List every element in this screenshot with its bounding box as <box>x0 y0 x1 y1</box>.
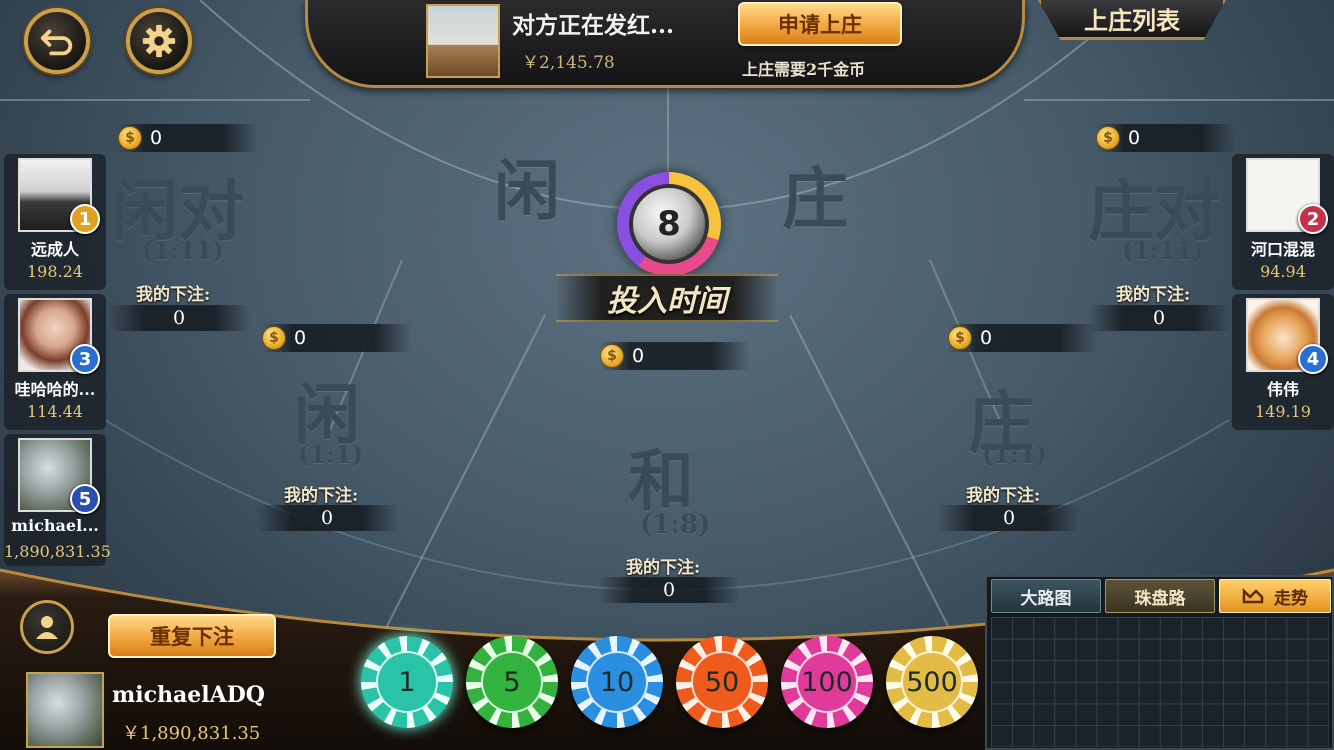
chip-1[interactable]: 1 <box>361 636 453 728</box>
pool-banker-pair: $0 <box>1096 124 1236 152</box>
player-money: 149.19 <box>1255 402 1311 421</box>
coin-icon: $ <box>1096 126 1120 150</box>
roadmap-grid <box>991 617 1329 747</box>
chip-value: 1 <box>376 651 438 713</box>
game-table: 对方正在发红... ￥2,145.78 申请上庄 上庄需要2千金币 上庄列表 闲… <box>0 0 1334 750</box>
rank-badge: 3 <box>70 344 100 374</box>
chip-500[interactable]: 500 <box>886 636 978 728</box>
pool-player-pair: $0 <box>118 124 258 152</box>
tab-bead-road[interactable]: 珠盘路 <box>1105 579 1215 613</box>
banker-avatar[interactable] <box>426 4 500 78</box>
banker-money: ￥2,145.78 <box>522 53 615 73</box>
trend-chart-icon <box>1242 588 1264 604</box>
back-arrow-icon <box>40 29 73 56</box>
apply-banker-note: 上庄需要2千金币 <box>742 60 866 79</box>
player-money: 94.94 <box>1260 262 1306 281</box>
chip-value: 5 <box>481 651 543 713</box>
chip-value: 500 <box>901 651 963 713</box>
my-bet-player-pair: 0 <box>108 305 250 331</box>
my-bet-label-banker-pair: 我的下注: <box>1116 285 1191 305</box>
coin-icon: $ <box>262 326 286 350</box>
player-name: michael... <box>11 516 99 535</box>
my-bet-label-player: 我的下注: <box>284 486 359 506</box>
banker-name: 对方正在发红... <box>512 12 675 39</box>
zone-tie-odds: (1:8) <box>640 510 711 540</box>
rank-badge: 1 <box>70 204 100 234</box>
back-button[interactable] <box>24 8 90 74</box>
phase-banner: 投入时间 <box>556 274 778 322</box>
coin-icon: $ <box>948 326 972 350</box>
my-name: michaelADQ <box>112 682 265 708</box>
apply-banker-button[interactable]: 申请上庄 <box>738 2 902 46</box>
player-money: 114.44 <box>27 402 83 421</box>
coin-icon: $ <box>118 126 142 150</box>
my-bet-tie: 0 <box>598 577 740 603</box>
chip-value: 50 <box>691 651 753 713</box>
chip-50[interactable]: 50 <box>676 636 768 728</box>
zone-banker-pair-odds: (1:11) <box>1122 236 1204 265</box>
my-bet-label-tie: 我的下注: <box>626 558 701 578</box>
pool-banker: $0 <box>948 324 1098 352</box>
zone-player-pair-odds: (1:11) <box>142 236 224 265</box>
player-money: 1,890,831.35 <box>4 542 111 561</box>
timer-seconds: 8 <box>657 204 681 244</box>
zone-top-left-label: 闲 <box>494 152 560 230</box>
seat-left-2[interactable]: 3 哇哈哈的... 114.44 <box>4 294 106 430</box>
player-name: 远成人 <box>30 240 79 259</box>
user-icon <box>36 616 58 639</box>
zone-player-odds: (1:1) <box>298 440 363 469</box>
rank-badge: 4 <box>1298 344 1328 374</box>
seat-right-2[interactable]: 4 伟伟 149.19 <box>1232 294 1334 430</box>
my-money: ￥1,890,831.35 <box>122 723 261 744</box>
rank-badge: 2 <box>1298 204 1328 234</box>
pool-player: $0 <box>262 324 412 352</box>
my-bet-label-player-pair: 我的下注: <box>136 285 211 305</box>
timer-face: 8 <box>629 184 709 264</box>
tab-trend[interactable]: 走势 <box>1219 579 1331 613</box>
seat-left-3[interactable]: 5 michael... 1,890,831.35 <box>4 434 111 566</box>
my-bet-player: 0 <box>256 505 398 531</box>
player-name: 伟伟 <box>1266 380 1299 399</box>
roadmap-panel: 大路图 珠盘路 走势 <box>985 575 1334 750</box>
zone-banker-odds: (1:1) <box>982 440 1047 469</box>
player-name: 河口混混 <box>1250 240 1315 259</box>
player-name: 哇哈哈的... <box>14 380 96 399</box>
pool-tie: $0 <box>600 342 750 370</box>
tab-trend-label: 走势 <box>1274 588 1308 609</box>
banker-list-button[interactable]: 上庄列表 <box>1038 0 1226 40</box>
tab-big-road[interactable]: 大路图 <box>991 579 1101 613</box>
seat-left-1[interactable]: 1 远成人 198.24 <box>4 154 106 290</box>
my-avatar <box>26 672 104 748</box>
pool-value: 0 <box>294 327 307 349</box>
banker-panel: 对方正在发红... ￥2,145.78 申请上庄 上庄需要2千金币 <box>305 0 1025 88</box>
pool-value: 0 <box>632 345 645 367</box>
countdown-timer: 8 <box>617 172 721 276</box>
chip-100[interactable]: 100 <box>781 636 873 728</box>
pool-value: 0 <box>1128 127 1141 149</box>
settings-button[interactable] <box>126 8 192 74</box>
gear-icon <box>142 24 176 58</box>
pool-value: 0 <box>150 127 163 149</box>
zone-top-right-label: 庄 <box>782 160 848 238</box>
rank-badge: 5 <box>70 484 100 514</box>
chip-5[interactable]: 5 <box>466 636 558 728</box>
chip-10[interactable]: 10 <box>571 636 663 728</box>
seat-right-1[interactable]: 2 河口混混 94.94 <box>1232 154 1334 290</box>
my-bet-banker-pair: 0 <box>1088 305 1230 331</box>
chip-value: 10 <box>586 651 648 713</box>
pool-value: 0 <box>980 327 993 349</box>
profile-button[interactable] <box>20 600 74 654</box>
my-bet-label-banker: 我的下注: <box>966 486 1041 506</box>
chip-value: 100 <box>796 651 858 713</box>
my-bet-banker: 0 <box>938 505 1080 531</box>
rebet-button[interactable]: 重复下注 <box>108 614 276 658</box>
player-money: 198.24 <box>27 262 83 281</box>
coin-icon: $ <box>600 344 624 368</box>
